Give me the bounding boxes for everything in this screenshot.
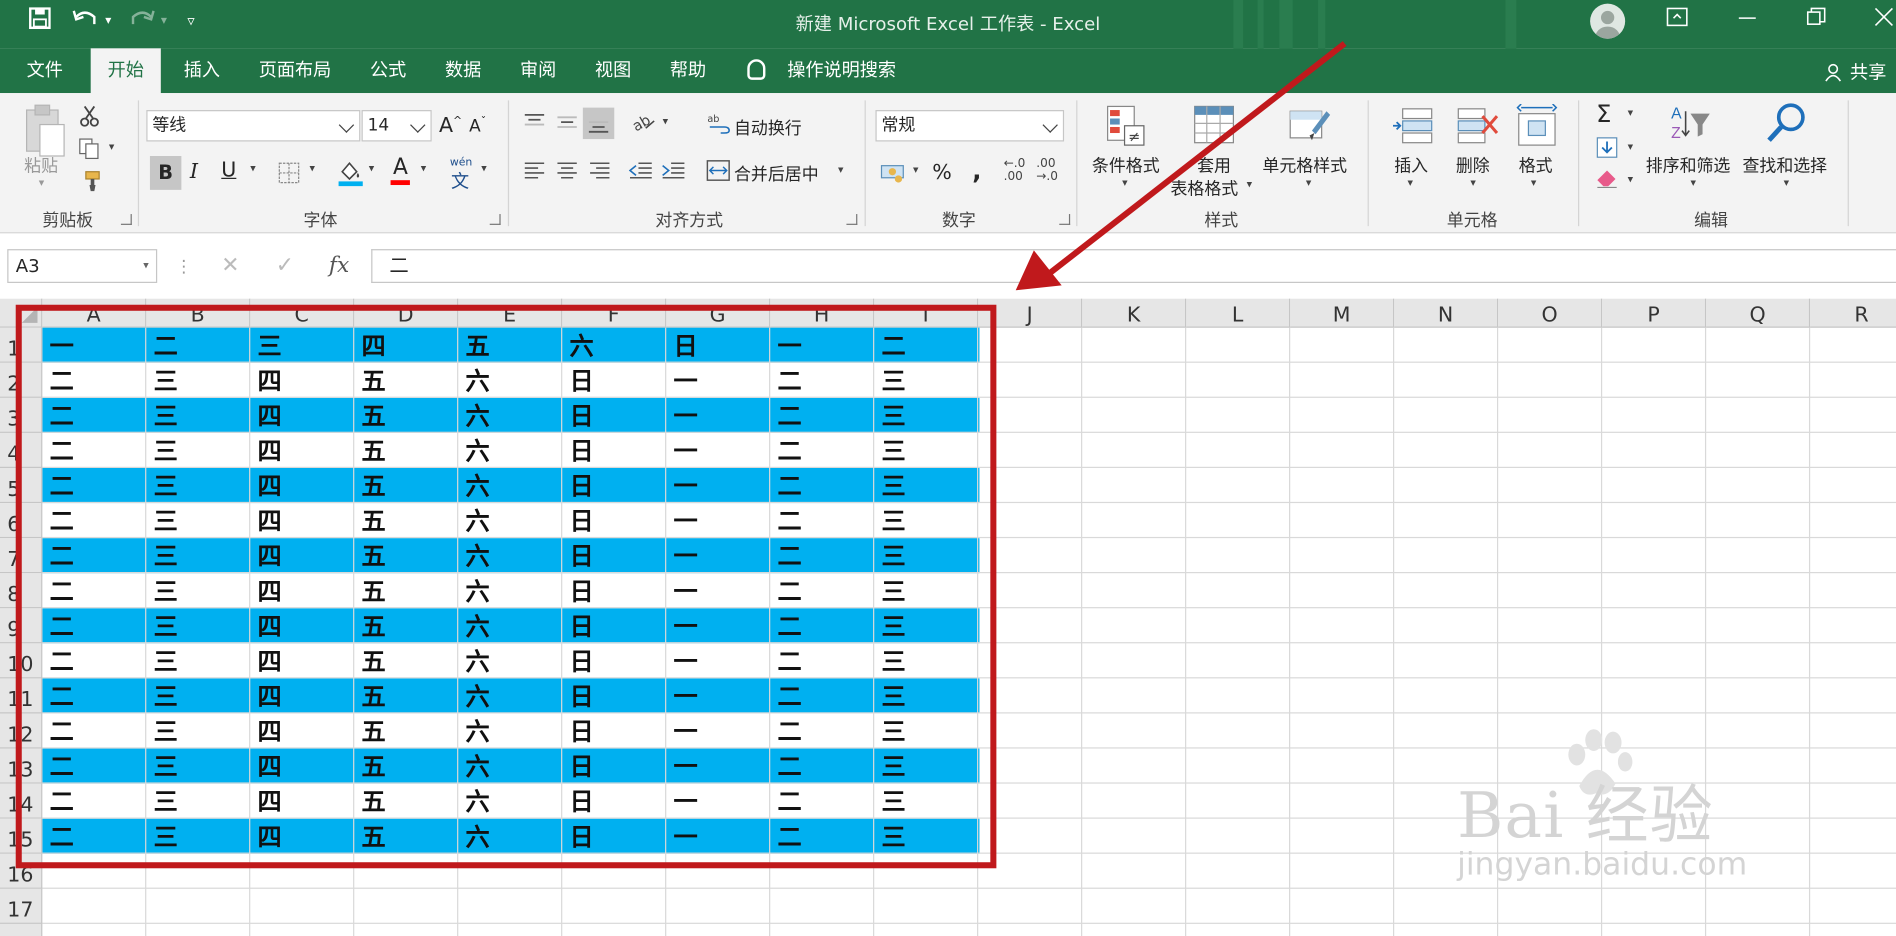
watermark-logo: Bai 经验 [1457, 779, 1714, 853]
excel-window: ▾ ▾ ▿ 新建 Microsoft Excel 工作表 - Excel 文件 … [0, 0, 1896, 936]
watermark-url: jingyan.baidu.com [1457, 846, 1748, 883]
